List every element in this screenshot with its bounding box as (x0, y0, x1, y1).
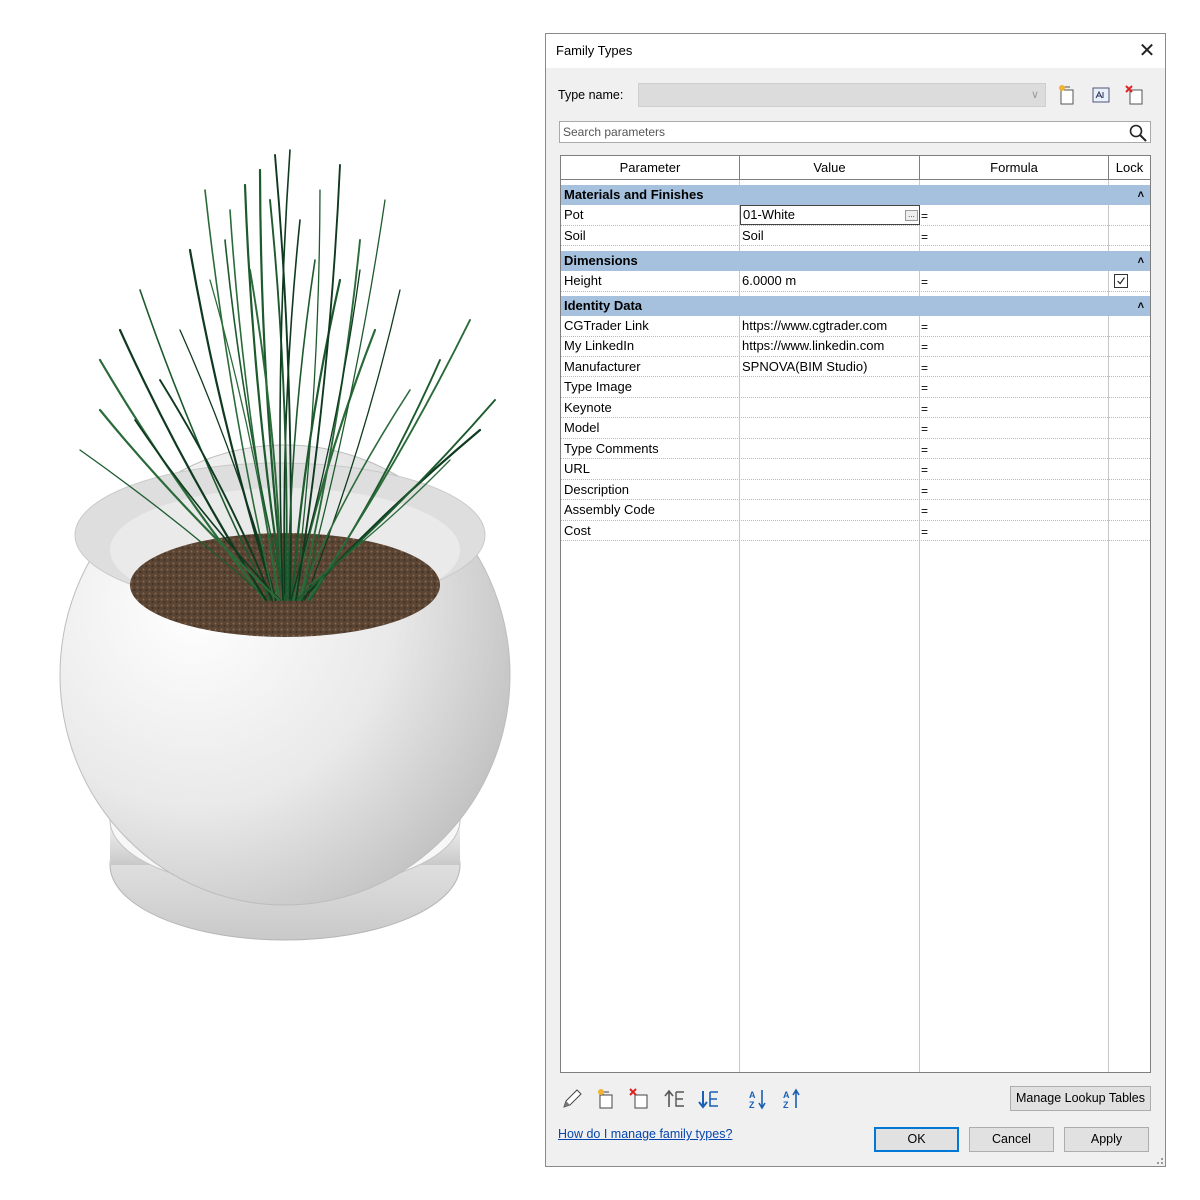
parameter-value[interactable]: 6.0000 m (742, 273, 796, 288)
type-name-dropdown[interactable]: ∨ (638, 83, 1046, 107)
move-down-icon[interactable] (697, 1087, 721, 1111)
group-dimensions[interactable]: Dimensions ˄ (561, 251, 1150, 271)
title-bar: Family Types ✕ (546, 34, 1165, 68)
dialog-title: Family Types (556, 43, 633, 58)
parameter-name: URL (564, 461, 591, 477)
formula-cell[interactable]: = (921, 320, 928, 334)
parameter-name: Soil (564, 227, 586, 243)
table-row[interactable]: Soil Soil = (561, 226, 1150, 246)
group-label: Identity Data (564, 298, 643, 313)
parameter-name: CGTrader Link (564, 318, 649, 333)
group-identity-data[interactable]: Identity Data ˄ (561, 296, 1150, 316)
table-row[interactable]: Model = (561, 418, 1150, 439)
apply-button[interactable]: Apply (1064, 1127, 1149, 1152)
formula-cell[interactable]: = (921, 422, 928, 436)
formula-cell[interactable]: = (921, 361, 928, 375)
parameter-name: My LinkedIn (564, 338, 635, 354)
parameter-name: Type Image (564, 379, 632, 395)
family-types-dialog: Family Types ✕ Type name: ∨ Parameter Va… (545, 33, 1166, 1167)
type-name-label: Type name: (558, 88, 624, 102)
browse-icon[interactable]: ... (905, 210, 918, 221)
ok-button[interactable]: OK (874, 1127, 959, 1152)
parameter-name: Assembly Code (564, 502, 656, 518)
delete-type-icon[interactable] (1124, 84, 1146, 106)
svg-text:Z: Z (783, 1100, 789, 1110)
parameter-name: Type Comments (564, 440, 659, 456)
grid-header: Parameter Value Formula Lock (561, 156, 1150, 180)
header-lock[interactable]: Lock (1109, 156, 1150, 179)
new-parameter-icon[interactable] (594, 1087, 618, 1111)
parameter-name: Height (564, 273, 602, 288)
parameter-name: Model (564, 420, 600, 436)
parameter-value[interactable]: Soil (742, 228, 764, 243)
parameter-name: Pot (564, 207, 584, 222)
formula-cell[interactable]: = (921, 463, 928, 477)
table-row[interactable]: Type Comments = (561, 439, 1150, 460)
svg-text:A: A (749, 1090, 756, 1100)
parameter-name: Cost (564, 522, 591, 538)
collapse-icon[interactable]: ˄ (1138, 296, 1144, 316)
cancel-button[interactable]: Cancel (969, 1127, 1054, 1152)
rename-type-icon[interactable] (1090, 84, 1112, 106)
parameter-name: Keynote (564, 399, 612, 415)
edit-parameter-icon[interactable] (560, 1087, 584, 1111)
formula-cell[interactable]: = (921, 381, 928, 395)
header-parameter[interactable]: Parameter (561, 156, 740, 179)
table-row[interactable]: Keynote = (561, 398, 1150, 419)
parameter-value[interactable]: https://www.cgtrader.com (742, 318, 887, 333)
table-row[interactable]: Cost = (561, 521, 1150, 541)
table-row[interactable]: URL = (561, 459, 1150, 480)
formula-cell[interactable]: = (921, 275, 928, 289)
table-row[interactable]: Pot ... 01-White = (561, 205, 1150, 226)
formula-cell[interactable]: = (921, 525, 928, 539)
formula-cell[interactable]: = (921, 443, 928, 457)
parameter-value[interactable]: https://www.linkedin.com (742, 338, 884, 353)
header-formula[interactable]: Formula (920, 156, 1109, 179)
svg-text:A: A (783, 1090, 790, 1100)
group-label: Materials and Finishes (564, 187, 704, 202)
table-row[interactable]: Description = (561, 480, 1150, 501)
chevron-down-icon: ∨ (1030, 89, 1039, 101)
new-type-icon[interactable] (1056, 84, 1078, 106)
manage-lookup-tables-button[interactable]: Manage Lookup Tables (1010, 1086, 1151, 1111)
move-up-icon[interactable] (663, 1087, 687, 1111)
group-label: Dimensions (564, 253, 638, 268)
collapse-icon[interactable]: ˄ (1138, 251, 1144, 271)
table-row[interactable]: Manufacturer SPNOVA(BIM Studio) = (561, 357, 1150, 378)
plant-preview-image (59, 149, 511, 941)
table-row[interactable]: My LinkedIn https://www.linkedin.com = (561, 336, 1150, 357)
sort-ascending-icon[interactable]: A Z (747, 1087, 771, 1111)
formula-cell[interactable]: = (921, 209, 928, 223)
parameters-grid: Parameter Value Formula Lock Materials a… (560, 155, 1151, 1073)
pot (59, 444, 511, 906)
table-row[interactable]: CGTrader Link https://www.cgtrader.com = (561, 316, 1150, 337)
search-parameters-field[interactable] (559, 121, 1151, 143)
header-value[interactable]: Value (740, 156, 920, 179)
lock-checkbox[interactable] (1114, 274, 1128, 288)
sort-descending-icon[interactable]: A Z (781, 1087, 805, 1111)
collapse-icon[interactable]: ˄ (1138, 185, 1144, 205)
search-input[interactable] (560, 122, 1120, 142)
formula-cell[interactable]: = (921, 504, 928, 518)
help-link[interactable]: How do I manage family types? (558, 1127, 732, 1141)
formula-cell[interactable]: = (921, 402, 928, 416)
resize-grip-icon[interactable] (1154, 1155, 1164, 1165)
group-materials-and-finishes[interactable]: Materials and Finishes ˄ (561, 185, 1150, 205)
parameter-name: Description (564, 481, 630, 497)
table-row[interactable]: Type Image = (561, 377, 1150, 398)
parameter-value[interactable]: 01-White (743, 207, 795, 222)
parameter-value[interactable]: SPNOVA(BIM Studio) (742, 359, 867, 374)
table-row[interactable]: Assembly Code = (561, 500, 1150, 521)
formula-cell[interactable]: = (921, 484, 928, 498)
search-icon[interactable] (1128, 123, 1148, 143)
delete-parameter-icon[interactable] (628, 1087, 652, 1111)
table-row[interactable]: Height 6.0000 m = (561, 271, 1150, 292)
parameter-name: Manufacturer (564, 358, 641, 374)
formula-cell[interactable]: = (921, 340, 928, 354)
formula-cell[interactable]: = (921, 230, 928, 244)
close-button[interactable]: ✕ (1133, 38, 1161, 64)
svg-text:Z: Z (749, 1100, 755, 1110)
